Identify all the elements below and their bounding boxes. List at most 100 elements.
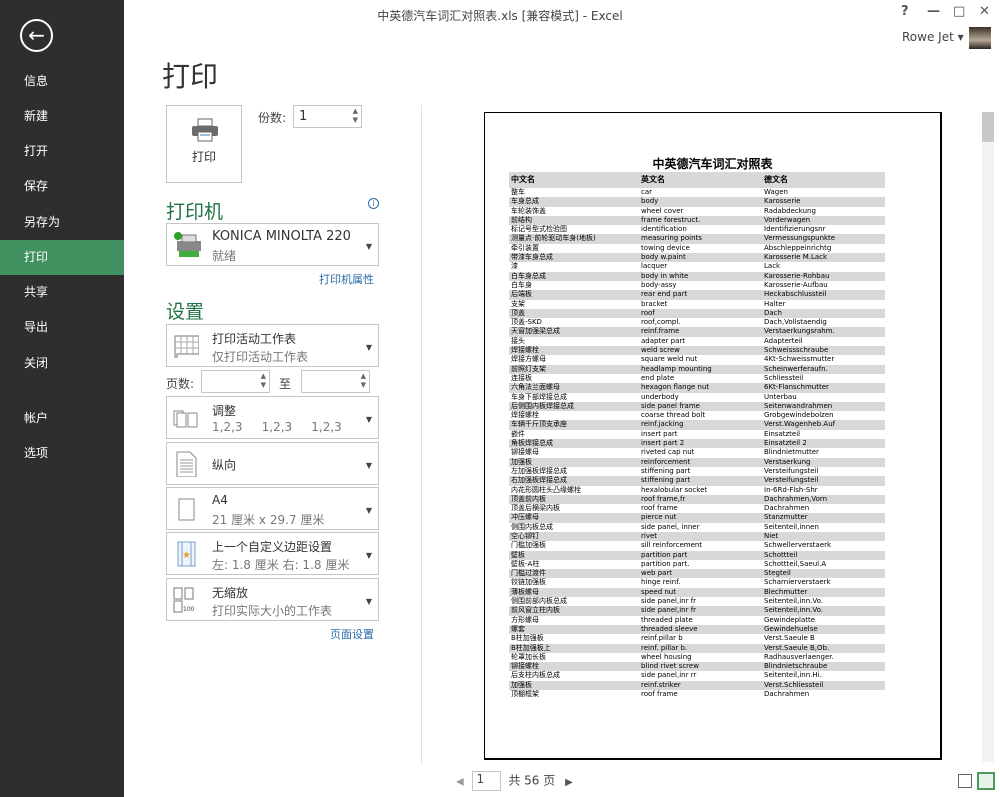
table-cell: 铆接螺母	[511, 448, 539, 457]
sidebar-item[interactable]: 打印	[0, 240, 124, 275]
portrait-page-icon	[176, 451, 197, 477]
table-cell: B柱加强板上	[511, 643, 551, 652]
table-cell: 车身下部焊接总成	[511, 392, 567, 401]
table-cell: Verst.Saeule B	[764, 634, 815, 643]
print-what-dropdown[interactable]: 打印活动工作表 仅打印活动工作表 ▼	[166, 324, 379, 367]
spinner-icon[interactable]: ▲ ▼	[361, 372, 366, 390]
prev-page-icon[interactable]: ◀	[456, 777, 464, 788]
table-cell: stiffening part	[641, 476, 691, 485]
current-page-input[interactable]: 1	[471, 771, 501, 791]
divider	[421, 105, 422, 765]
table-cell: Verstaerkungsrahm.	[764, 327, 835, 336]
minimize-button[interactable]: —	[927, 4, 940, 19]
preview-scrollbar[interactable]	[982, 112, 994, 762]
table-row: 铆接螺栓 blind rivet screw Blindnietschraube	[509, 662, 885, 672]
user-account[interactable]: Rowe Jet ▾	[902, 30, 964, 44]
table-cell: insert part	[641, 429, 678, 438]
table-cell: Gewindeplatte	[764, 615, 816, 624]
table-cell: Gewindehuelse	[764, 624, 818, 633]
page-setup-link[interactable]: 页面设置	[330, 626, 374, 642]
table-cell: side panel,inr fr	[641, 606, 697, 615]
table-row: 螺套 threaded sleeve Gewindehuelse	[509, 624, 885, 635]
next-page-icon[interactable]: ▶	[565, 777, 573, 788]
table-row: 空心铆钉 rivet Niet	[509, 531, 885, 542]
table-cell: Wagen	[764, 188, 788, 196]
table-cell: 牵引装置	[511, 243, 539, 252]
table-row: 顶盖后横梁内板 roof frame Dachrahmen	[509, 504, 885, 513]
table-cell: 左加强板焊接总成	[511, 466, 567, 475]
collate-dropdown[interactable]: 调整 1,2,3 1,2,3 1,2,3 ▼	[166, 396, 379, 439]
table-row: 前照灯支架 headlamp mounting Scheinwerferaufn.	[509, 364, 885, 374]
table-cell: 支架	[511, 299, 525, 308]
paper-size-dropdown[interactable]: A4 21 厘米 x 29.7 厘米 ▼	[166, 487, 379, 530]
scaling-dropdown[interactable]: 100 无缩放 打印实际大小的工作表 ▼	[166, 578, 379, 621]
chevron-down-icon: ▼	[365, 461, 372, 470]
maximize-button[interactable]: □	[953, 4, 965, 19]
close-button[interactable]: ✕	[979, 4, 990, 19]
table-cell: Verst.Wagenheb.Auf	[764, 420, 836, 429]
table-cell: 铆接螺栓	[511, 662, 539, 671]
sidebar-item[interactable]: 选项	[0, 436, 124, 471]
sidebar-item[interactable]: 打开	[0, 134, 124, 169]
show-margins-icon[interactable]	[958, 774, 972, 788]
sidebar-item[interactable]: 关闭	[0, 346, 124, 381]
table-cell: blind rivet screw	[641, 662, 699, 671]
table-cell: 焊接螺栓	[511, 411, 539, 420]
orientation-title: 纵向	[212, 458, 237, 472]
table-cell: 门槛过渡件	[511, 569, 546, 578]
printer-status: 就绪	[212, 249, 237, 263]
table-row: 门槛过渡件 web part Stegteil	[509, 569, 885, 579]
copies-input[interactable]: 1 ▲ ▼	[293, 105, 362, 128]
chevron-down-icon: ▼	[365, 551, 372, 560]
table-cell: 铰链加强板	[511, 578, 546, 587]
table-row: 顶盖前内板 roof frame,fr Dachrahmen,Vorn	[509, 494, 885, 505]
sidebar-item[interactable]: 信息	[0, 64, 124, 99]
table-row: 壁板-A柱 partition part. Schottteil,Saeul.A	[509, 560, 885, 569]
print-button[interactable]: 打印	[166, 105, 242, 183]
sidebar-item[interactable]: 另存为	[0, 205, 124, 240]
help-button[interactable]: ?	[901, 4, 909, 19]
table-cell: 轮罩加长板	[511, 652, 546, 661]
table-cell: partition part.	[641, 559, 690, 568]
margins-title: 上一个自定义边距设置	[212, 540, 333, 554]
table-cell: web part	[641, 569, 673, 578]
pages-from-input[interactable]: ▲ ▼	[201, 370, 270, 393]
margins-sub: 左: 1.8 厘米 右: 1.8 厘米	[212, 558, 350, 572]
table-header: 中文名 英文名 德文名	[509, 172, 885, 188]
info-icon[interactable]: i	[368, 198, 379, 209]
sidebar-item[interactable]: 帐户	[0, 401, 124, 436]
table-cell: 车辆千斤顶支承座	[511, 420, 567, 429]
table-cell: underbody	[641, 392, 679, 401]
avatar[interactable]	[969, 27, 991, 49]
table-cell: Heckabschlussteil	[764, 290, 827, 299]
table-cell: Grobgewindebolzen	[764, 411, 834, 420]
spinner-icon[interactable]: ▲ ▼	[353, 107, 358, 125]
table-row: 漆 lacquer Lack	[509, 262, 885, 271]
orientation-dropdown[interactable]: 纵向 ▼	[166, 442, 379, 485]
table-cell: hexagon flange nut	[641, 383, 710, 392]
sidebar-item[interactable]: 新建	[0, 99, 124, 134]
sidebar-item[interactable]: 保存	[0, 169, 124, 204]
table-cell: Schottteil,Saeul.A	[764, 559, 827, 568]
margins-dropdown[interactable]: ★ 上一个自定义边距设置 左: 1.8 厘米 右: 1.8 厘米 ▼	[166, 532, 379, 575]
table-cell: body	[641, 197, 659, 206]
table-cell: 空心铆钉	[511, 531, 539, 540]
printer-heading: 打印机	[166, 201, 224, 223]
sidebar-item[interactable]: 共享	[0, 275, 124, 310]
sidebar-item[interactable]: 导出	[0, 310, 124, 345]
sheet-title: 中英德汽车词汇对照表	[652, 157, 773, 171]
scrollbar-thumb[interactable]	[982, 112, 994, 142]
table-cell: 后支柱内板总成	[511, 671, 560, 680]
printer-dropdown[interactable]: KONICA MINOLTA 220 就绪 ▼	[166, 223, 379, 266]
spinner-icon[interactable]: ▲ ▼	[261, 372, 266, 390]
pages-to-input[interactable]: ▲ ▼	[301, 370, 370, 393]
table-cell: Seitenteil,inn.Vo.	[764, 597, 824, 606]
table-cell: 方形螺母	[511, 615, 539, 624]
table-cell: Versteifungsteil	[764, 466, 819, 475]
printer-properties-link[interactable]: 打印机属性	[319, 271, 374, 287]
table-row: 支架 bracket Halter	[509, 300, 885, 309]
zoom-to-page-icon[interactable]	[977, 772, 995, 790]
paper-icon	[178, 498, 195, 521]
svg-text:★: ★	[182, 550, 191, 561]
table-cell: Halter	[764, 299, 786, 308]
